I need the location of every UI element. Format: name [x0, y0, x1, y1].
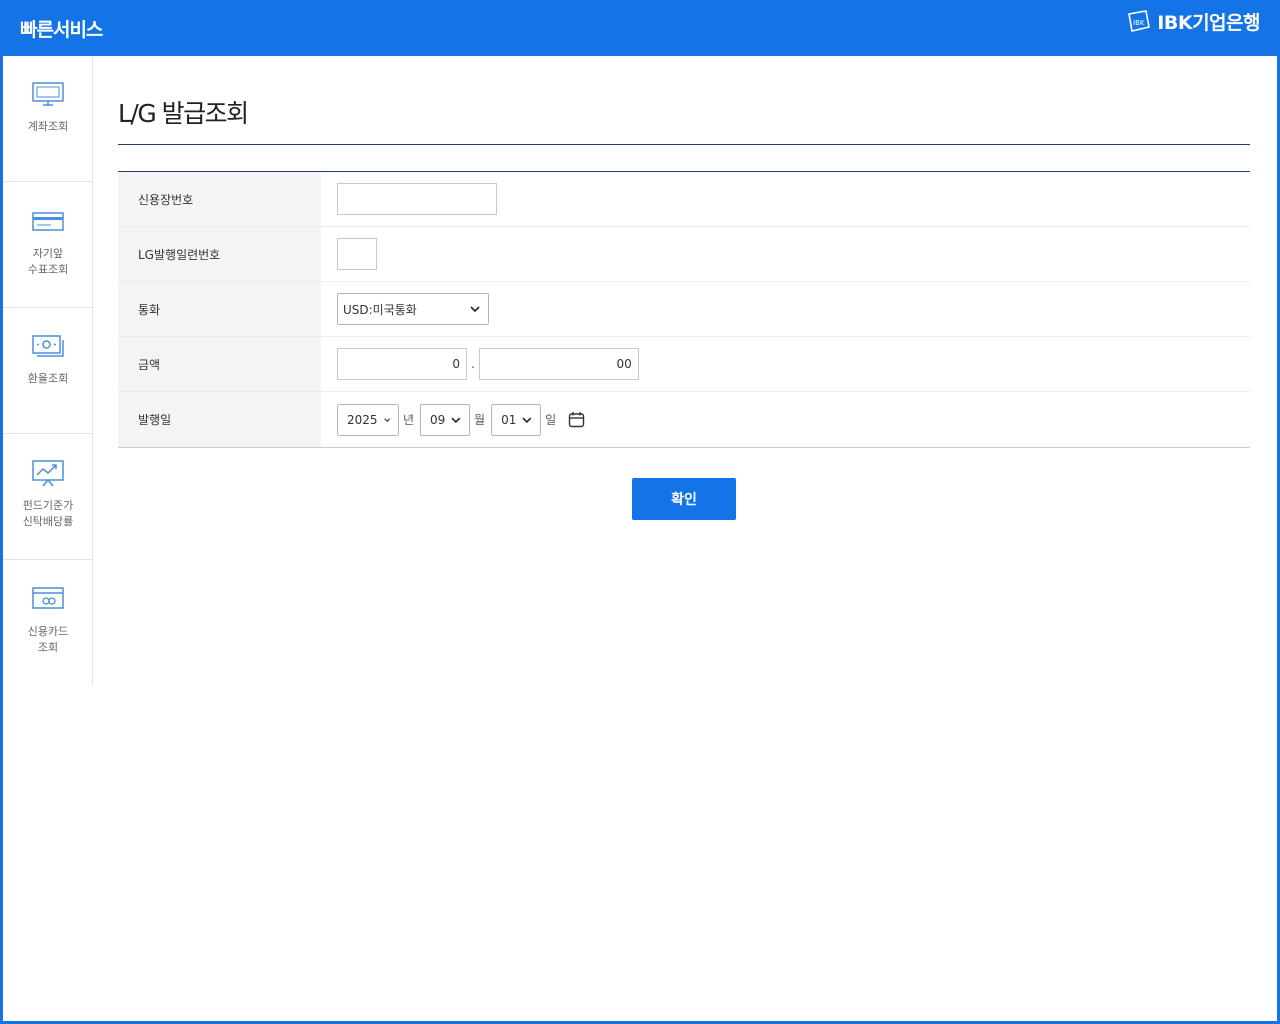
- sidebar-item-credit-card[interactable]: 신용카드 조회: [3, 560, 93, 686]
- sidebar-item-cashier-check[interactable]: 자기앞 수표조회: [3, 182, 93, 308]
- logo-text: IBK기업은행: [1157, 11, 1260, 34]
- lg-serial-input[interactable]: [337, 238, 377, 270]
- banknote-icon: [32, 335, 64, 357]
- sidebar-item-fund[interactable]: 펀드기준가 신탁배당률: [3, 434, 93, 560]
- chart-icon: [32, 460, 64, 487]
- lc-number-input[interactable]: [337, 183, 497, 215]
- sidebar-item-label: 자기앞 수표조회: [27, 247, 69, 276]
- sidebar-item-label: 신용카드 조회: [27, 625, 69, 654]
- issue-date-label: 발행일: [118, 392, 321, 447]
- card-icon: [32, 587, 64, 609]
- amount-decimal-separator: .: [471, 357, 475, 371]
- year-select-value: 2025: [347, 412, 378, 427]
- main-frame: 계좌조회 자기앞 수표조회 환율조회 펀드기준가 신탁배당률 신용카드 조회 L…: [3, 56, 1277, 1021]
- ibk-logo[interactable]: IBK IBK기업은행: [1126, 8, 1260, 34]
- day-select[interactable]: 01: [491, 403, 542, 436]
- search-form: 신용장번호 LG발행일련번호 통화 USD:미국통화 금액 0 . 00 발행일…: [118, 171, 1250, 448]
- header-title: 빠른서비스: [20, 19, 103, 41]
- ibk-logo-icon: IBK: [1128, 10, 1151, 32]
- calendar-icon[interactable]: [568, 411, 585, 428]
- sidebar-item-label: 계좌조회: [27, 120, 69, 133]
- year-unit: 년: [403, 413, 415, 427]
- form-row-lc-number: 신용장번호: [118, 172, 1250, 227]
- year-select[interactable]: 2025: [337, 403, 399, 436]
- page-title: L/G 발급조회: [118, 99, 249, 128]
- currency-label: 통화: [118, 282, 321, 336]
- monitor-icon: [32, 82, 64, 106]
- form-row-amount: 금액 .: [118, 337, 1250, 392]
- header: 빠른서비스 IBK IBK기업은행: [0, 0, 1280, 56]
- sidebar-item-label: 펀드기준가 신탁배당률: [22, 499, 74, 528]
- form-row-currency: 통화 USD:미국통화: [118, 282, 1250, 337]
- month-select-value: 09: [430, 412, 446, 427]
- form-row-lg-serial: LG발행일련번호: [118, 227, 1250, 282]
- lg-serial-label: LG발행일련번호: [118, 227, 321, 281]
- sidebar-item-account[interactable]: 계좌조회: [3, 56, 93, 182]
- form-row-issue-date: 발행일 2025 년 09 월 01 일: [118, 392, 1250, 447]
- amount-integer-input[interactable]: [337, 348, 467, 380]
- lc-number-label: 신용장번호: [118, 172, 321, 226]
- amount-label: 금액: [118, 337, 321, 391]
- chevron-down-icon: [383, 417, 390, 422]
- chevron-down-icon: [470, 306, 480, 312]
- month-unit: 월: [474, 413, 486, 427]
- sidebar-item-exchange-rate[interactable]: 환율조회: [3, 308, 93, 434]
- logo-mark-text: IBK: [1133, 19, 1145, 27]
- chevron-down-icon: [522, 417, 532, 423]
- sidebar-item-label: 환율조회: [27, 372, 69, 385]
- confirm-button[interactable]: 확인: [632, 478, 736, 520]
- currency-select-value: USD:미국통화: [343, 302, 417, 317]
- amount-decimal-input[interactable]: [478, 348, 639, 380]
- chevron-down-icon: [451, 417, 461, 423]
- sidebar: 계좌조회 자기앞 수표조회 환율조회 펀드기준가 신탁배당률 신용카드 조회: [3, 56, 93, 686]
- check-icon: [32, 212, 64, 231]
- month-select[interactable]: 09: [420, 403, 471, 436]
- currency-select[interactable]: USD:미국통화: [337, 293, 489, 325]
- title-divider: [118, 144, 1250, 145]
- day-select-value: 01: [501, 412, 517, 427]
- day-unit: 일: [545, 413, 557, 427]
